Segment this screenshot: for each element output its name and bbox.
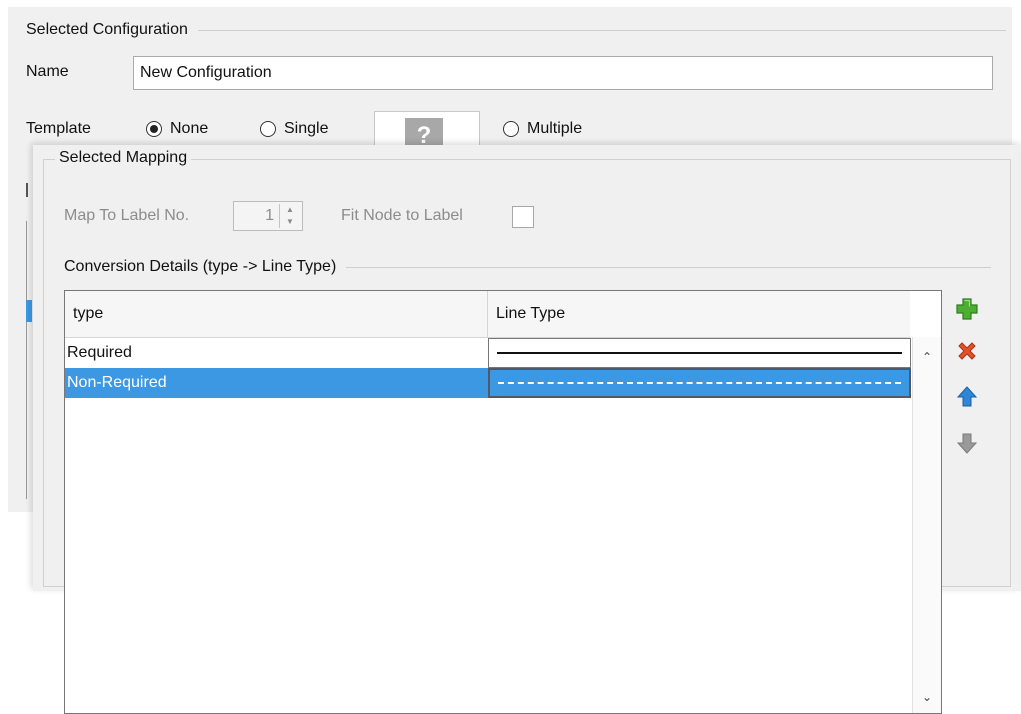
spinner-down-icon[interactable]: ▼ [280, 216, 300, 228]
table-row[interactable]: Required [65, 338, 911, 368]
hidden-label-fragment [26, 183, 28, 197]
cell-line-type-solid[interactable] [488, 338, 911, 368]
map-to-label-value: 1 [265, 207, 274, 224]
configuration-name-input[interactable]: New Configuration [133, 56, 993, 90]
fit-node-checkbox[interactable] [512, 206, 534, 228]
radio-none-indicator[interactable] [146, 121, 162, 137]
table-header: type Line Type [65, 291, 910, 338]
scroll-down-icon[interactable]: ⌄ [913, 685, 941, 709]
template-radio-single[interactable]: Single [260, 120, 328, 138]
scroll-up-icon[interactable]: ⌃ [913, 345, 941, 369]
delete-row-button[interactable] [953, 337, 981, 365]
delete-x-icon [958, 342, 976, 360]
hidden-list-edge [26, 221, 27, 499]
radio-none-label: None [170, 120, 209, 137]
spinner-up-icon[interactable]: ▲ [280, 204, 300, 216]
add-row-button[interactable] [953, 295, 981, 323]
cell-type[interactable]: Required [65, 338, 488, 368]
table-vertical-scrollbar[interactable]: ⌃ ⌄ [912, 337, 941, 713]
fit-node-label: Fit Node to Label [341, 207, 463, 224]
move-down-arrow-icon [956, 433, 978, 454]
template-label: Template [26, 120, 91, 137]
template-radio-multiple[interactable]: Multiple [503, 120, 582, 138]
radio-single-indicator[interactable] [260, 121, 276, 137]
conversion-table[interactable]: type Line Type Required Non-Required ⌃ ⌄ [64, 290, 942, 714]
configuration-group-title: Selected Configuration [26, 21, 188, 38]
map-to-label-spinner[interactable]: 1 ▲ ▼ [233, 201, 303, 231]
name-label: Name [26, 63, 69, 80]
configuration-name-value: New Configuration [140, 64, 272, 81]
template-radio-none[interactable]: None [146, 120, 208, 138]
mapping-panel: Selected Mapping Map To Label No. 1 ▲ ▼ … [33, 145, 1021, 714]
cell-type[interactable]: Non-Required [65, 368, 488, 398]
conversion-details-header: Conversion Details (type -> Line Type) [64, 258, 991, 276]
conversion-details-title: Conversion Details (type -> Line Type) [64, 258, 337, 275]
cell-line-type-dashed[interactable] [488, 368, 911, 398]
move-down-button[interactable] [953, 429, 981, 457]
radio-multiple-label: Multiple [527, 120, 583, 137]
hidden-selection-fragment [26, 300, 32, 322]
column-header-type[interactable]: type [65, 291, 488, 337]
dashed-line-sample [498, 382, 901, 384]
radio-multiple-indicator[interactable] [503, 121, 519, 137]
radio-single-label: Single [284, 120, 329, 137]
add-plus-icon [956, 298, 978, 320]
solid-line-sample [497, 352, 902, 354]
column-header-line-type[interactable]: Line Type [488, 291, 910, 337]
move-up-button[interactable] [953, 383, 981, 411]
table-row-selected[interactable]: Non-Required [65, 368, 911, 398]
configuration-group-header: Selected Configuration [26, 21, 1006, 39]
mapping-group-title: Selected Mapping [55, 149, 192, 167]
map-to-label: Map To Label No. [64, 207, 190, 224]
move-up-arrow-icon [956, 386, 978, 407]
